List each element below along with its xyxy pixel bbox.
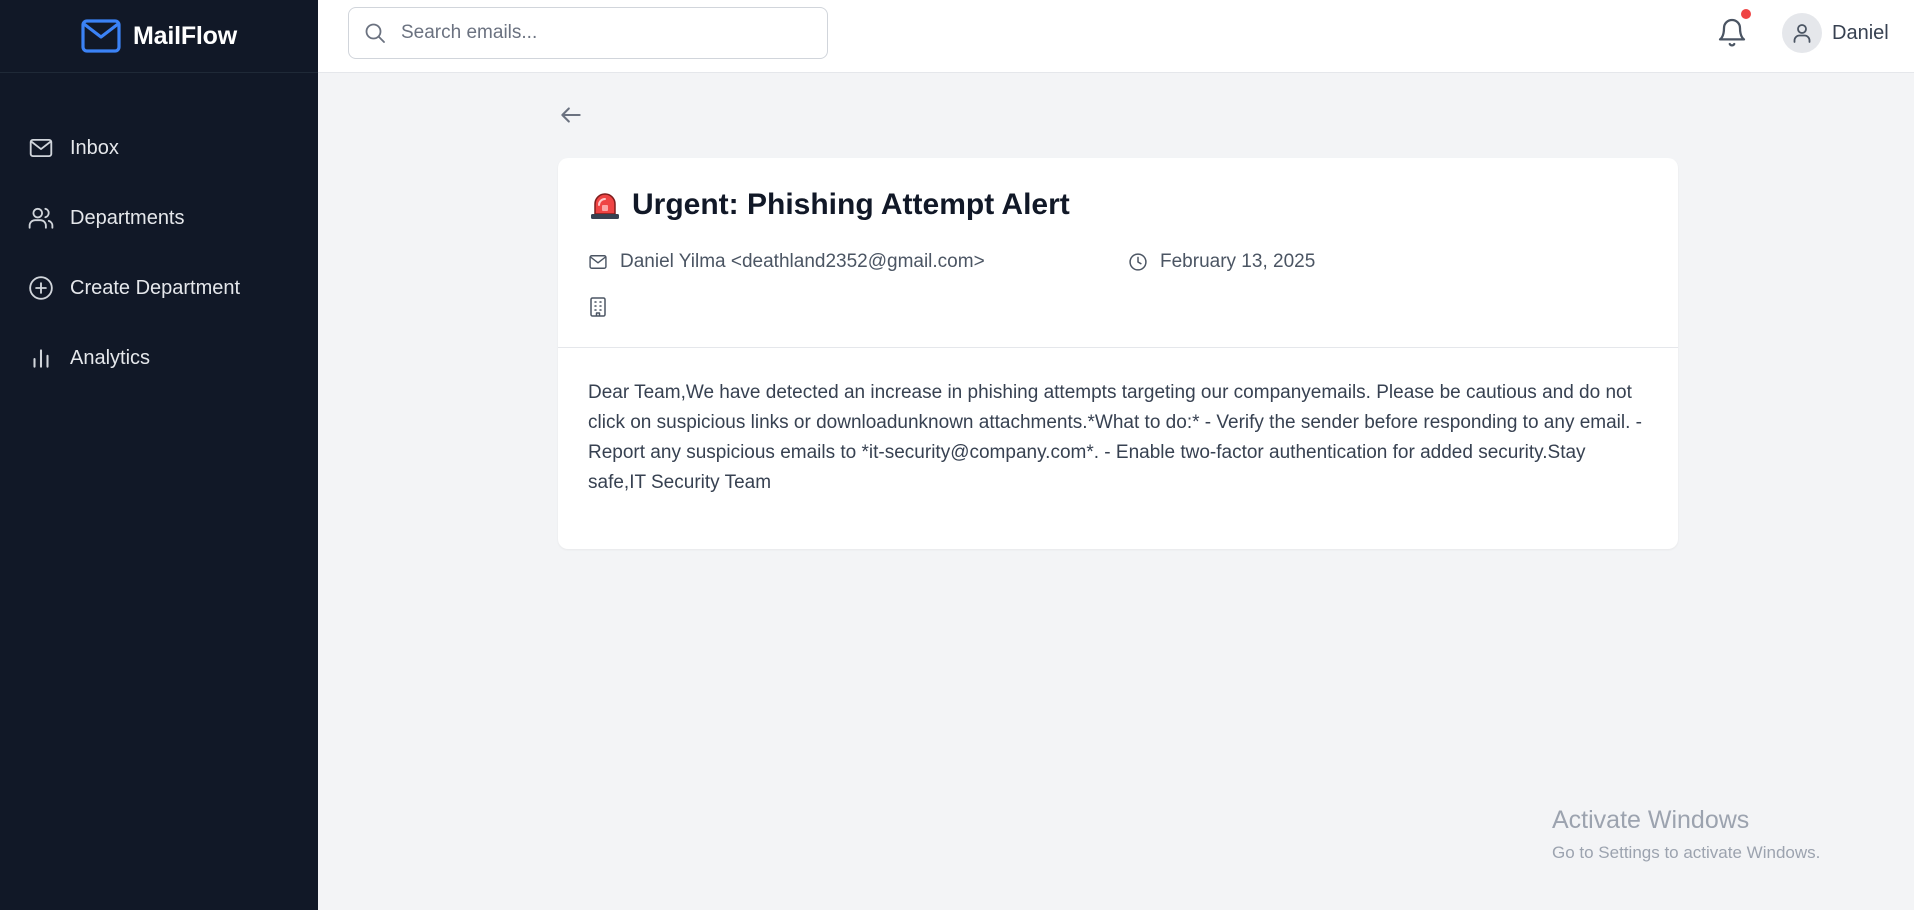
back-button[interactable] <box>558 102 584 128</box>
email-sender-row: Daniel Yilma <deathland2352@gmail.com> <box>588 251 985 273</box>
user-icon <box>1793 24 1811 43</box>
sidebar: MailFlow Inbox Departments Create Depart… <box>0 0 318 910</box>
building-icon <box>590 297 606 317</box>
email-sender: Daniel Yilma <deathland2352@gmail.com> <box>620 251 985 272</box>
sidebar-item-label: Analytics <box>70 346 151 369</box>
notification-badge <box>1741 9 1751 19</box>
sidebar-item-departments[interactable]: Departments <box>0 183 318 253</box>
windows-activation-watermark: Activate Windows Go to Settings to activ… <box>1552 806 1820 863</box>
email-subject: Urgent: Phishing Attempt Alert <box>588 188 1648 222</box>
email-detail-card: Urgent: Phishing Attempt Alert Daniel Yi… <box>558 158 1678 549</box>
search-box <box>348 7 828 59</box>
user-menu[interactable]: Daniel <box>1782 13 1889 53</box>
search-icon <box>365 23 385 43</box>
user-name: Daniel <box>1832 21 1889 44</box>
sidebar-item-label: Departments <box>70 206 185 229</box>
app: MailFlow Inbox Departments Create Depart… <box>0 0 1914 910</box>
mail-icon <box>29 138 53 158</box>
sidebar-nav: Inbox Departments Create Department Anal… <box>0 73 318 393</box>
search-input[interactable] <box>401 22 801 44</box>
email-date: February 13, 2025 <box>1160 251 1316 272</box>
brand[interactable]: MailFlow <box>0 0 318 73</box>
siren-icon <box>591 193 619 219</box>
bar-chart-icon <box>33 349 49 368</box>
sidebar-item-analytics[interactable]: Analytics <box>0 323 318 393</box>
sidebar-item-create-department[interactable]: Create Department <box>0 253 318 323</box>
mail-logo-icon <box>81 19 121 53</box>
sidebar-item-label: Create Department <box>70 276 241 299</box>
watermark-subtitle: Go to Settings to activate Windows. <box>1552 843 1821 862</box>
sidebar-item-inbox[interactable]: Inbox <box>0 113 318 183</box>
avatar <box>1782 13 1822 53</box>
plus-circle-icon <box>29 276 53 300</box>
brand-name: MailFlow <box>133 21 237 50</box>
email-header: Urgent: Phishing Attempt Alert Daniel Yi… <box>558 158 1678 348</box>
watermark-title: Activate Windows <box>1552 806 1750 834</box>
users-icon <box>28 207 54 229</box>
arrow-left-icon <box>561 107 581 123</box>
clock-icon <box>1129 253 1147 271</box>
notifications-button[interactable] <box>1716 9 1751 52</box>
email-date-row: February 13, 2025 <box>1128 251 1315 273</box>
email-body: Dear Team,We have detected an increase i… <box>588 382 1643 493</box>
top-header: Daniel <box>318 0 1914 73</box>
email-subject-text: Urgent: Phishing Attempt Alert <box>632 188 1070 221</box>
bell-icon <box>1718 18 1746 47</box>
sidebar-item-label: Inbox <box>70 136 119 159</box>
department-row <box>588 296 608 318</box>
mail-icon <box>589 255 607 269</box>
